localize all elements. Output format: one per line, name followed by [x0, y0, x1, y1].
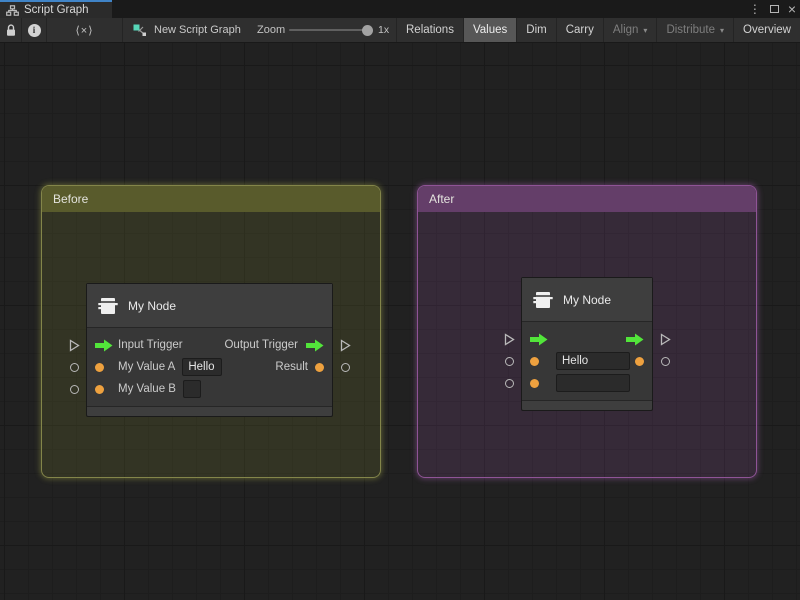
output-trigger-port[interactable]: [625, 333, 644, 346]
flow-arrow-icon: [530, 333, 548, 346]
relations-button[interactable]: Relations: [396, 18, 463, 42]
toolbar: i ⟨×⟩ New Script Graph Zoom 1x Relations…: [0, 18, 800, 43]
node-header[interactable]: My Node: [87, 284, 332, 328]
chevron-down-icon: ▾: [643, 26, 647, 35]
group-after-header[interactable]: After: [418, 186, 756, 212]
new-script-graph-label: New Script Graph: [154, 24, 241, 36]
code-view-button[interactable]: ⟨×⟩: [47, 18, 123, 42]
port-row-value-b: [522, 372, 652, 394]
window-menu-icon[interactable]: ⋮: [749, 0, 761, 18]
chevron-down-icon: ▾: [720, 26, 724, 35]
port-label: Result: [275, 361, 308, 373]
code-icon: ⟨×⟩: [75, 24, 93, 37]
outer-flow-port[interactable]: [340, 334, 351, 356]
maximize-icon[interactable]: [770, 5, 779, 13]
flow-arrow-icon: [626, 333, 644, 346]
info-button[interactable]: i: [22, 18, 47, 42]
tab-label: Script Graph: [24, 4, 89, 16]
port-row-trigger: [522, 328, 652, 350]
graph-canvas[interactable]: Before After My Node: [0, 43, 800, 600]
port-row-value-a: My Value A Hello Result: [87, 356, 332, 378]
zoom-label: Zoom: [257, 18, 285, 42]
new-script-graph-button[interactable]: New Script Graph: [133, 18, 241, 42]
port-row-value-a: Hello: [522, 350, 652, 372]
group-before-header[interactable]: Before: [42, 186, 380, 212]
outer-value-port[interactable]: [70, 378, 79, 400]
value-port-a[interactable]: [95, 363, 104, 372]
script-graph-icon: [133, 24, 147, 37]
value-b-input[interactable]: [556, 374, 630, 392]
port-label: Input Trigger: [118, 339, 183, 351]
group-title: After: [429, 192, 454, 206]
node-icon: [97, 296, 119, 316]
hollow-circle-icon: [661, 357, 670, 366]
outer-flow-port[interactable]: [69, 334, 80, 356]
node-footer: [522, 400, 652, 410]
outer-flow-port[interactable]: [504, 328, 515, 350]
carry-button[interactable]: Carry: [556, 18, 603, 42]
node-title: My Node: [563, 293, 611, 307]
flow-arrow-icon: [95, 339, 113, 352]
port-row-value-b: My Value B: [87, 378, 332, 400]
result-port[interactable]: [315, 363, 324, 372]
output-trigger-port[interactable]: [305, 339, 324, 352]
value-b-input[interactable]: [183, 380, 201, 398]
node-title: My Node: [128, 299, 176, 313]
input-trigger-port[interactable]: [530, 333, 549, 346]
outer-value-port[interactable]: [505, 350, 514, 372]
zoom-value: 1x: [378, 18, 389, 42]
hollow-circle-icon: [341, 363, 350, 372]
graph-hierarchy-icon: [6, 5, 19, 16]
distribute-dropdown[interactable]: Distribute ▾: [656, 18, 733, 42]
dim-button[interactable]: Dim: [516, 18, 555, 42]
port-row-trigger: Input Trigger Output Trigger: [87, 334, 332, 356]
port-label: My Value A: [118, 361, 175, 373]
value-port-b[interactable]: [95, 385, 104, 394]
hollow-circle-icon: [505, 357, 514, 366]
hollow-triangle-icon: [660, 333, 671, 346]
flow-arrow-icon: [306, 339, 324, 352]
hollow-circle-icon: [70, 363, 79, 372]
node-my-node-after[interactable]: My Node Hello: [521, 277, 653, 411]
hollow-triangle-icon: [504, 333, 515, 346]
hollow-circle-icon: [505, 379, 514, 388]
tab-bar: Script Graph ⋮ ×: [0, 0, 800, 18]
tab-script-graph[interactable]: Script Graph: [0, 0, 112, 18]
port-label: My Value B: [118, 383, 176, 395]
toolbar-buttons: Relations Values Dim Carry Align ▾ Distr…: [396, 18, 800, 42]
zoom-slider-handle[interactable]: [362, 25, 373, 36]
values-button[interactable]: Values: [463, 18, 516, 42]
hollow-circle-icon: [70, 385, 79, 394]
value-port-b[interactable]: [530, 379, 539, 388]
value-a-input[interactable]: Hello: [182, 358, 222, 376]
outer-value-port[interactable]: [661, 350, 670, 372]
hollow-triangle-icon: [69, 339, 80, 352]
result-port[interactable]: [635, 357, 644, 366]
group-title: Before: [53, 192, 88, 206]
overview-button[interactable]: Overview: [733, 18, 800, 42]
value-port-a[interactable]: [530, 357, 539, 366]
lock-button[interactable]: [0, 18, 22, 42]
node-my-node-before[interactable]: My Node Input Trigger Output Trigger: [86, 283, 333, 417]
lock-icon: [5, 24, 17, 37]
outer-flow-port[interactable]: [660, 328, 671, 350]
outer-value-port[interactable]: [70, 356, 79, 378]
value-a-input[interactable]: Hello: [556, 352, 630, 370]
node-icon: [532, 290, 554, 310]
input-trigger-port[interactable]: [95, 339, 114, 352]
zoom-slider[interactable]: [289, 29, 369, 31]
node-footer: [87, 406, 332, 416]
outer-value-port[interactable]: [505, 372, 514, 394]
hollow-triangle-icon: [340, 339, 351, 352]
align-dropdown[interactable]: Align ▾: [603, 18, 657, 42]
node-header[interactable]: My Node: [522, 278, 652, 322]
close-icon[interactable]: ×: [788, 0, 796, 18]
port-label: Output Trigger: [224, 339, 298, 351]
info-icon: i: [28, 24, 41, 37]
outer-value-port[interactable]: [341, 356, 350, 378]
